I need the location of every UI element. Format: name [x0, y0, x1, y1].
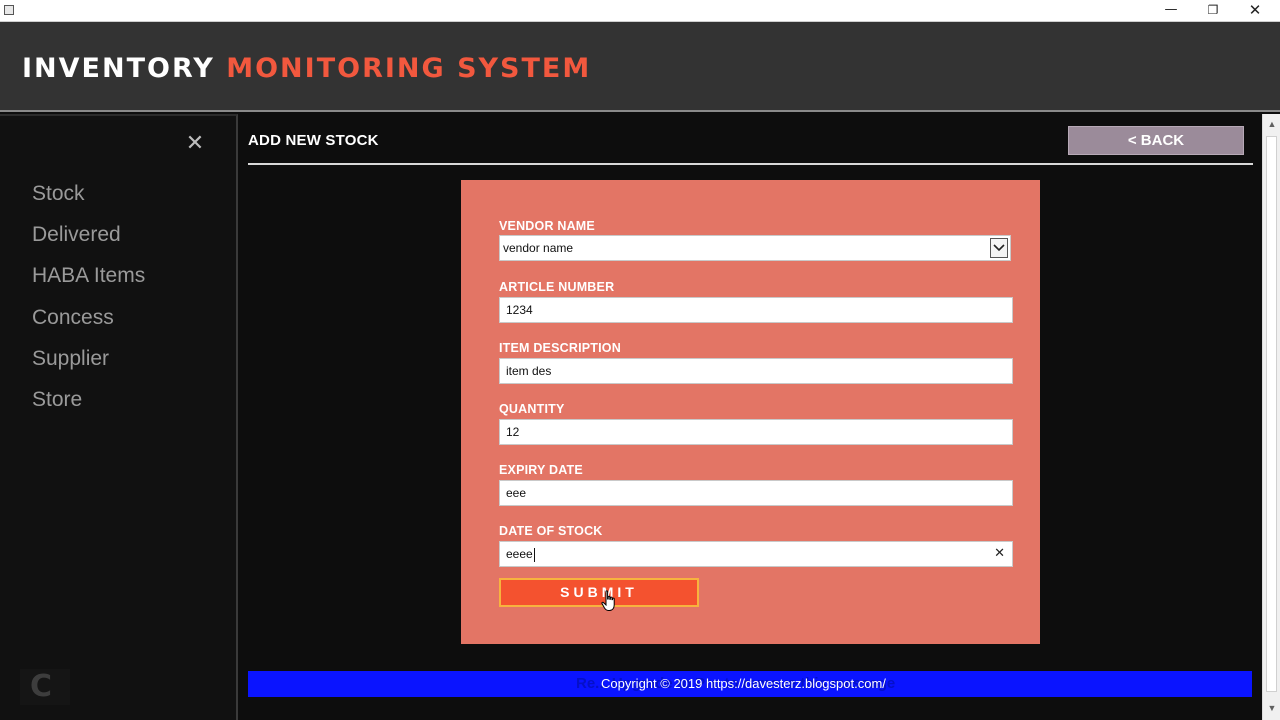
- maximize-button[interactable]: ❐: [1192, 0, 1234, 22]
- vertical-scrollbar[interactable]: ▲ ▼: [1262, 114, 1280, 720]
- vendor-name-label: VENDOR NAME: [499, 219, 595, 233]
- submit-button[interactable]: SUBMIT: [499, 578, 699, 607]
- minimize-button[interactable]: —: [1150, 0, 1192, 22]
- scroll-up-icon[interactable]: ▲: [1263, 116, 1280, 132]
- sidebar-item-supplier[interactable]: Supplier: [32, 347, 109, 371]
- chevron-down-icon[interactable]: [990, 238, 1008, 258]
- back-button[interactable]: < BACK: [1068, 126, 1244, 155]
- vendor-name-select[interactable]: vendor name: [499, 235, 1011, 261]
- item-description-label: ITEM DESCRIPTION: [499, 341, 621, 355]
- expiry-date-label: EXPIRY DATE: [499, 463, 583, 477]
- app-title-accent: MONITORING SYSTEM: [226, 53, 592, 84]
- window-titlebar: — ❐ ✕: [0, 0, 1280, 22]
- title-divider: [248, 163, 1253, 165]
- hand-pointer-icon: [601, 590, 615, 611]
- app-title: INVENTORY MONITORING SYSTEM: [22, 53, 591, 84]
- sidebar-item-delivered[interactable]: Delivered: [32, 223, 121, 247]
- sidebar: ✕ Stock Delivered HABA Items Concess Sup…: [0, 114, 238, 720]
- expiry-date-input[interactable]: eee: [499, 480, 1013, 506]
- clear-input-icon[interactable]: ✕: [994, 542, 1005, 566]
- app-icon: [4, 5, 14, 15]
- page-title: ADD NEW STOCK: [248, 132, 379, 149]
- sidebar-item-concess[interactable]: Concess: [32, 306, 114, 330]
- article-number-label: ARTICLE NUMBER: [499, 280, 615, 294]
- footer-bar: Re... Upgrade to Pro to remove this mess…: [248, 671, 1252, 697]
- scrollbar-thumb[interactable]: [1266, 136, 1277, 692]
- add-stock-form: VENDOR NAME vendor name ARTICLE NUMBER 1…: [461, 180, 1040, 644]
- main-content: ADD NEW STOCK < BACK VENDOR NAME vendor …: [240, 114, 1262, 720]
- quantity-input[interactable]: 12: [499, 419, 1013, 445]
- vendor-name-value: vendor name: [503, 241, 574, 255]
- sidebar-item-haba-items[interactable]: HABA Items: [32, 264, 145, 288]
- brand-logo-icon: C: [20, 669, 70, 705]
- sidebar-close-icon[interactable]: ✕: [183, 132, 207, 156]
- date-of-stock-label: DATE OF STOCK: [499, 524, 603, 538]
- item-description-input[interactable]: item des: [499, 358, 1013, 384]
- date-of-stock-value: eeee: [506, 547, 533, 561]
- quantity-label: QUANTITY: [499, 402, 565, 416]
- app-title-primary: INVENTORY: [22, 53, 215, 84]
- sidebar-item-store[interactable]: Store: [32, 388, 82, 412]
- text-caret: [533, 547, 535, 562]
- date-of-stock-input[interactable]: eeee ✕: [499, 541, 1013, 567]
- copyright-text: Copyright © 2019 https://davesterz.blogs…: [601, 676, 886, 691]
- app-header: INVENTORY MONITORING SYSTEM: [0, 22, 1280, 112]
- scroll-down-icon[interactable]: ▼: [1263, 700, 1280, 716]
- article-number-input[interactable]: 1234: [499, 297, 1013, 323]
- sidebar-item-stock[interactable]: Stock: [32, 182, 85, 206]
- window-close-button[interactable]: ✕: [1234, 0, 1276, 22]
